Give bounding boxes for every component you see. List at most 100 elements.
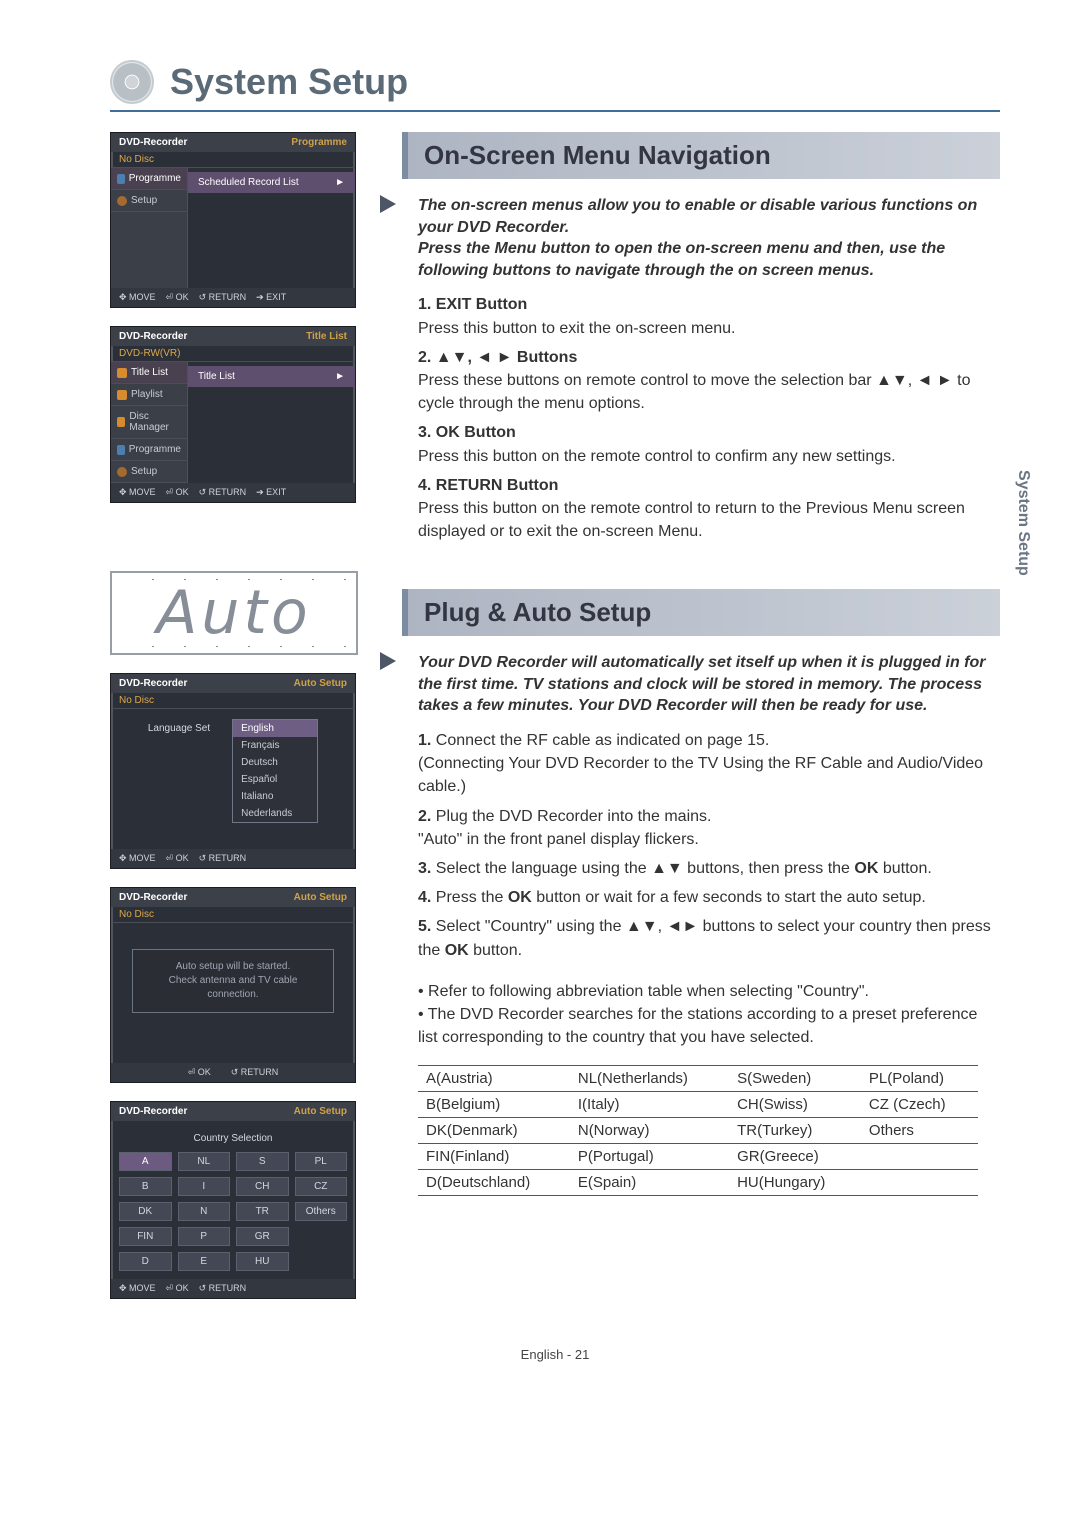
arrow-icon (380, 652, 396, 670)
list-item: 3. OK ButtonPress this button on the rem… (418, 421, 992, 467)
table-cell: D(Deutschland) (418, 1170, 570, 1196)
osd-sub: No Disc (111, 693, 355, 709)
lang-opt: Español (233, 771, 317, 788)
section-heading: Plug & Auto Setup (402, 589, 1000, 636)
list-item: 2. Plug the DVD Recorder into the mains.… (418, 805, 992, 851)
arrow-icon (380, 195, 396, 213)
section-intro: The on-screen menus allow you to enable … (402, 191, 1000, 289)
osd-sub: DVD-RW(VR) (111, 346, 355, 362)
country-cell: S (236, 1152, 289, 1171)
side-item: Playlist (111, 384, 187, 406)
disc-icon (110, 60, 154, 104)
country-selection-head: Country Selection (119, 1129, 347, 1152)
osd-title-right: Auto Setup (294, 892, 347, 903)
lang-opt: Italiano (233, 788, 317, 805)
list-item: 5. Select "Country" using the ▲▼, ◄► but… (418, 915, 992, 961)
page-title: System Setup (164, 61, 408, 103)
table-cell: HU(Hungary) (729, 1170, 861, 1196)
list-item: 2. ▲▼, ◄ ► ButtonsPress these buttons on… (418, 346, 992, 416)
section-heading: On-Screen Menu Navigation (402, 132, 1000, 179)
osd-country: DVD-RecorderAuto Setup Country Selection… (110, 1101, 356, 1299)
title-rule (110, 110, 1000, 112)
country-cell: PL (295, 1152, 348, 1171)
osd-title-left: DVD-Recorder (119, 678, 187, 689)
table-row: D(Deutschland)E(Spain)HU(Hungary) (418, 1170, 978, 1196)
list-item: 1. Connect the RF cable as indicated on … (418, 729, 992, 799)
osd-title-list: DVD-Recorder Title List DVD-RW(VR) Title … (110, 326, 356, 503)
country-cell: I (178, 1177, 231, 1196)
osd-row: Title List► (188, 366, 355, 387)
numbered-list: 1. EXIT ButtonPress this button to exit … (402, 289, 1000, 557)
country-cell: E (178, 1252, 231, 1271)
language-list: English Français Deutsch Español Italian… (232, 719, 318, 823)
table-cell: E(Spain) (570, 1170, 729, 1196)
table-cell: PL(Poland) (861, 1066, 978, 1092)
table-cell: Others (861, 1118, 978, 1144)
side-item: Setup (111, 190, 187, 212)
osd-title-left: DVD-Recorder (119, 331, 187, 342)
front-panel-display: 𝘈𝘶𝘵𝘰 (110, 571, 358, 655)
chevron-right-icon: ► (335, 177, 345, 188)
table-row: B(Belgium)I(Italy)CH(Swiss)CZ (Czech) (418, 1092, 978, 1118)
side-item: Programme (111, 439, 187, 461)
table-cell (861, 1170, 978, 1196)
lang-opt: Français (233, 737, 317, 754)
country-cell: DK (119, 1202, 172, 1221)
bullet-item: Refer to following abbreviation table wh… (418, 980, 992, 1003)
country-cell: D (119, 1252, 172, 1271)
table-cell: FIN(Finland) (418, 1144, 570, 1170)
country-cell: NL (178, 1152, 231, 1171)
osd-title-left: DVD-Recorder (119, 137, 187, 148)
left-column: DVD-Recorder Programme No Disc Programme… (110, 132, 370, 1317)
country-cell: Others (295, 1202, 348, 1221)
country-cell: GR (236, 1227, 289, 1246)
side-item: Disc Manager (111, 406, 187, 439)
country-grid: A NL S PL B I CH CZ DK N TR Others FIN P (119, 1152, 347, 1271)
table-cell: S(Sweden) (729, 1066, 861, 1092)
osd-auto-setup-msg: DVD-Recorder Auto Setup No Disc Auto setu… (110, 887, 356, 1083)
table-cell: TR(Turkey) (729, 1118, 861, 1144)
table-cell: P(Portugal) (570, 1144, 729, 1170)
side-tab: System Setup (1014, 470, 1032, 576)
osd-sub: No Disc (111, 907, 355, 923)
side-item: Setup (111, 461, 187, 483)
country-cell: FIN (119, 1227, 172, 1246)
numbered-list: 1. Connect the RF cable as indicated on … (402, 725, 1000, 976)
osd-sub: No Disc (111, 152, 355, 168)
table-cell: GR(Greece) (729, 1144, 861, 1170)
table-cell: CH(Swiss) (729, 1092, 861, 1118)
osd-row: Scheduled Record List► (188, 172, 355, 193)
table-cell: B(Belgium) (418, 1092, 570, 1118)
country-cell: HU (236, 1252, 289, 1271)
osd-programme: DVD-Recorder Programme No Disc Programme… (110, 132, 356, 308)
lang-opt: Nederlands (233, 805, 317, 822)
auto-setup-message: Auto setup will be started. Check antenn… (132, 949, 334, 1013)
osd-title-left: DVD-Recorder (119, 892, 187, 903)
table-cell: CZ (Czech) (861, 1092, 978, 1118)
osd-titlebar: DVD-Recorder Programme (111, 133, 355, 152)
country-cell: N (178, 1202, 231, 1221)
country-cell: CH (236, 1177, 289, 1196)
right-column: On-Screen Menu Navigation The on-screen … (402, 132, 1000, 1317)
table-cell: DK(Denmark) (418, 1118, 570, 1144)
page-footer: English - 21 (110, 1317, 1000, 1382)
list-item: 4. Press the OK button or wait for a few… (418, 886, 992, 909)
lang-opt: English (233, 720, 317, 737)
abbreviation-table: A(Austria)NL(Netherlands)S(Sweden)PL(Pol… (418, 1065, 978, 1196)
table-cell: NL(Netherlands) (570, 1066, 729, 1092)
table-cell (861, 1144, 978, 1170)
osd-footer: ✥ MOVE ⏎ OK ↺ RETURN ➔ EXIT (111, 288, 355, 307)
side-item: Programme (111, 168, 187, 190)
list-item: 3. Select the language using the ▲▼ butt… (418, 857, 992, 880)
table-row: DK(Denmark)N(Norway)TR(Turkey)Others (418, 1118, 978, 1144)
osd-title-left: DVD-Recorder (119, 1106, 187, 1117)
osd-title-right: Title List (306, 331, 347, 342)
section-intro: Your DVD Recorder will automatically set… (402, 648, 1000, 725)
bullet-item: The DVD Recorder searches for the statio… (418, 1003, 992, 1049)
country-cell: CZ (295, 1177, 348, 1196)
osd-title-right: Programme (291, 137, 347, 148)
country-cell: TR (236, 1202, 289, 1221)
list-item: 4. RETURN ButtonPress this button on the… (418, 474, 992, 544)
table-cell: A(Austria) (418, 1066, 570, 1092)
osd-title-right: Auto Setup (294, 678, 347, 689)
